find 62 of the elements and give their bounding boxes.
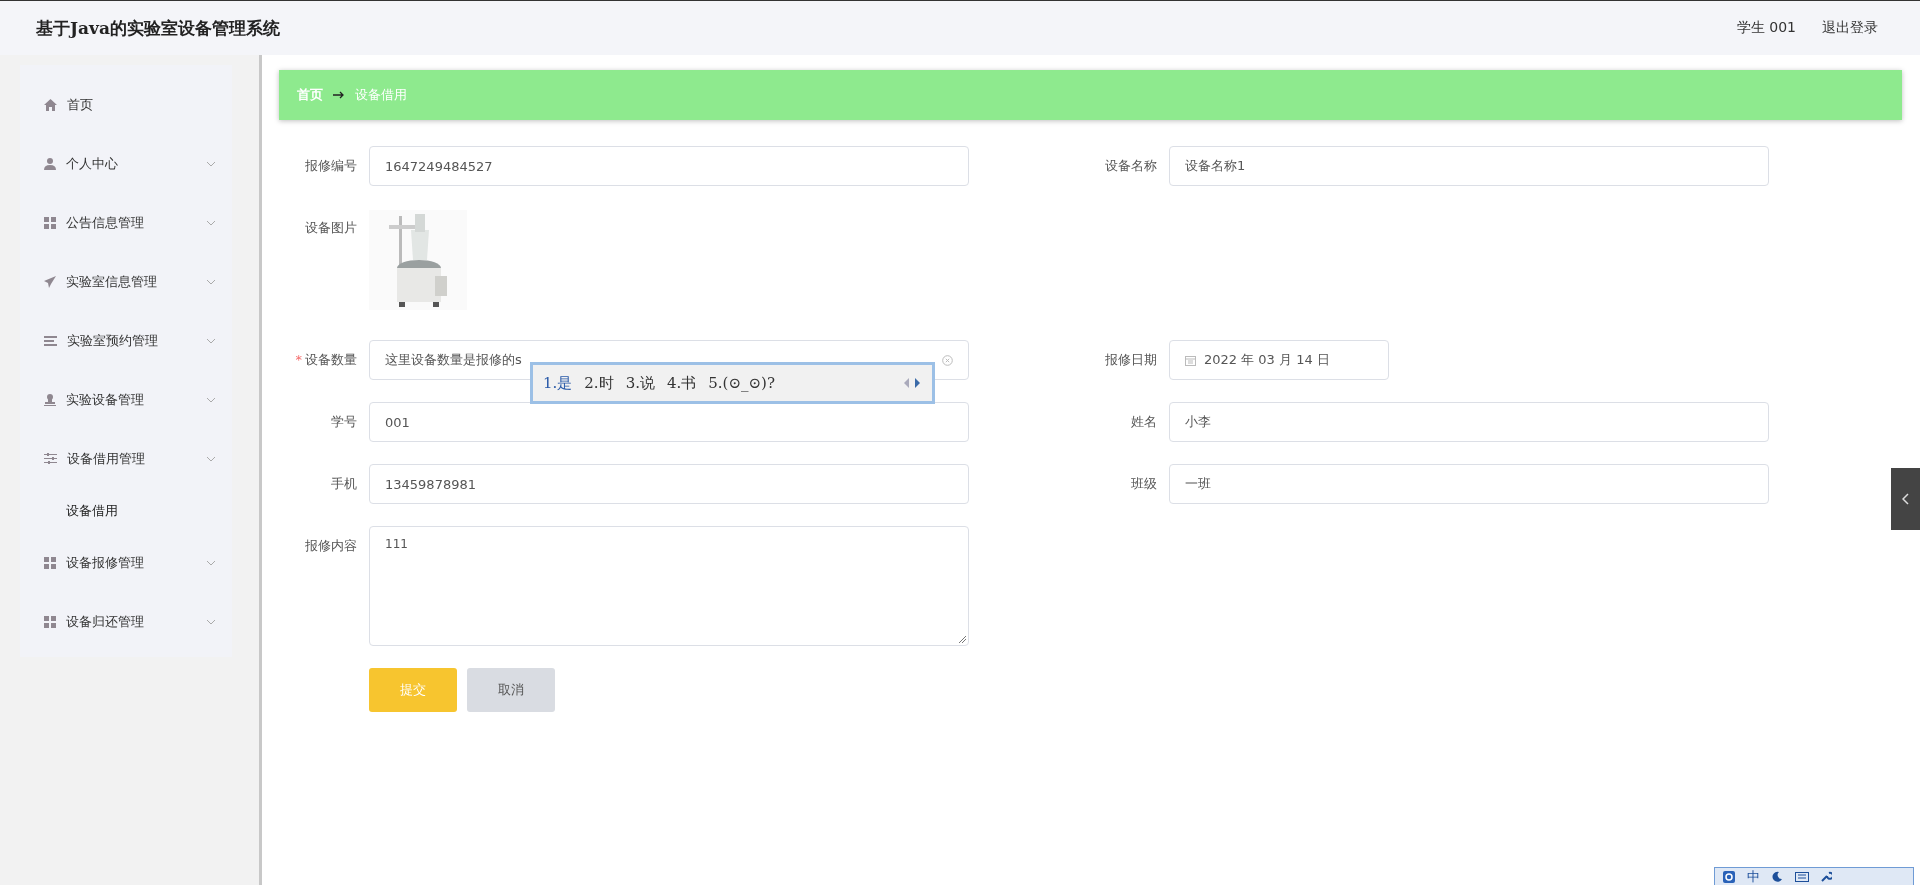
- clear-icon: [942, 354, 953, 366]
- breadcrumb-current: 设备借用: [355, 86, 407, 104]
- home-icon: [44, 98, 57, 111]
- chevron-down-icon: [206, 219, 216, 226]
- menu-item[interactable]: 公告信息管理: [20, 193, 232, 252]
- ime-mode[interactable]: 中: [1747, 867, 1760, 885]
- moon-icon: [1772, 871, 1783, 882]
- ime-logo-icon: [1723, 870, 1735, 883]
- paper-plane-icon: [44, 275, 56, 288]
- field-label: 学号: [330, 413, 358, 431]
- resize-handle-icon: [959, 636, 966, 643]
- menu-item[interactable]: 实验设备管理: [20, 370, 232, 429]
- field-label: 设备名称: [1104, 157, 1158, 175]
- text-field[interactable]: 1647249484527: [369, 146, 969, 186]
- menu-item[interactable]: 设备报修管理: [20, 533, 232, 592]
- menu-item[interactable]: 实验室预约管理: [20, 311, 232, 370]
- arrow-right-icon: [333, 91, 345, 99]
- textarea-field[interactable]: 111: [369, 526, 969, 646]
- chevron-down-icon: [206, 160, 216, 167]
- app-title: 基于Java的实验室设备管理系统: [36, 16, 280, 40]
- menu-item[interactable]: 设备借用管理: [20, 429, 232, 488]
- list-icon: [44, 335, 57, 346]
- field-label: 手机: [330, 475, 358, 493]
- chevron-down-icon: [206, 396, 216, 403]
- field-label: 报修编号: [304, 157, 358, 175]
- chevron-down-icon: [206, 618, 216, 625]
- logout-link[interactable]: 退出登录: [1822, 19, 1878, 37]
- calendar-icon: [1185, 354, 1196, 366]
- date-field[interactable]: 2022 年 03 月 14 日: [1169, 340, 1389, 380]
- grid-icon: [44, 556, 56, 569]
- menu-item[interactable]: 首页: [20, 75, 232, 134]
- field-label: 设备图片: [304, 219, 358, 237]
- field-label: 报修日期: [1104, 351, 1158, 369]
- field-label: 姓名: [1130, 413, 1158, 431]
- field-label: 班级: [1130, 475, 1158, 493]
- grid-icon: [44, 615, 56, 628]
- user-label: 学生 001: [1736, 19, 1796, 37]
- chevron-left-icon: [1902, 493, 1909, 505]
- chevron-down-icon: [206, 559, 216, 566]
- text-field[interactable]: 小李: [1169, 402, 1769, 442]
- field-label: 报修内容: [304, 537, 358, 555]
- text-field[interactable]: 设备名称1: [1169, 146, 1769, 186]
- menu-item[interactable]: 实验室信息管理: [20, 252, 232, 311]
- text-field[interactable]: 13459878981: [369, 464, 969, 504]
- wrench-icon: [1821, 871, 1832, 882]
- field-label: * 设备数量: [294, 351, 358, 369]
- sliders-icon: [44, 453, 57, 464]
- stamp-icon: [44, 393, 56, 406]
- chevron-down-icon: [206, 278, 216, 285]
- side-toggle-button[interactable]: [1891, 468, 1920, 530]
- menu-item[interactable]: 设备归还管理: [20, 592, 232, 651]
- chevron-down-icon: [206, 337, 216, 344]
- submenu-item[interactable]: 设备借用: [20, 488, 232, 533]
- cancel-button[interactable]: 取消: [467, 668, 555, 712]
- user-icon: [44, 157, 56, 170]
- keyboard-icon: [1795, 871, 1809, 882]
- menu-item[interactable]: 个人中心: [20, 134, 232, 193]
- text-field[interactable]: 001: [369, 402, 969, 442]
- text-field[interactable]: 一班: [1169, 464, 1769, 504]
- chevron-down-icon: [206, 455, 216, 462]
- grid-icon: [44, 216, 56, 229]
- page-arrows-icon: [902, 377, 922, 389]
